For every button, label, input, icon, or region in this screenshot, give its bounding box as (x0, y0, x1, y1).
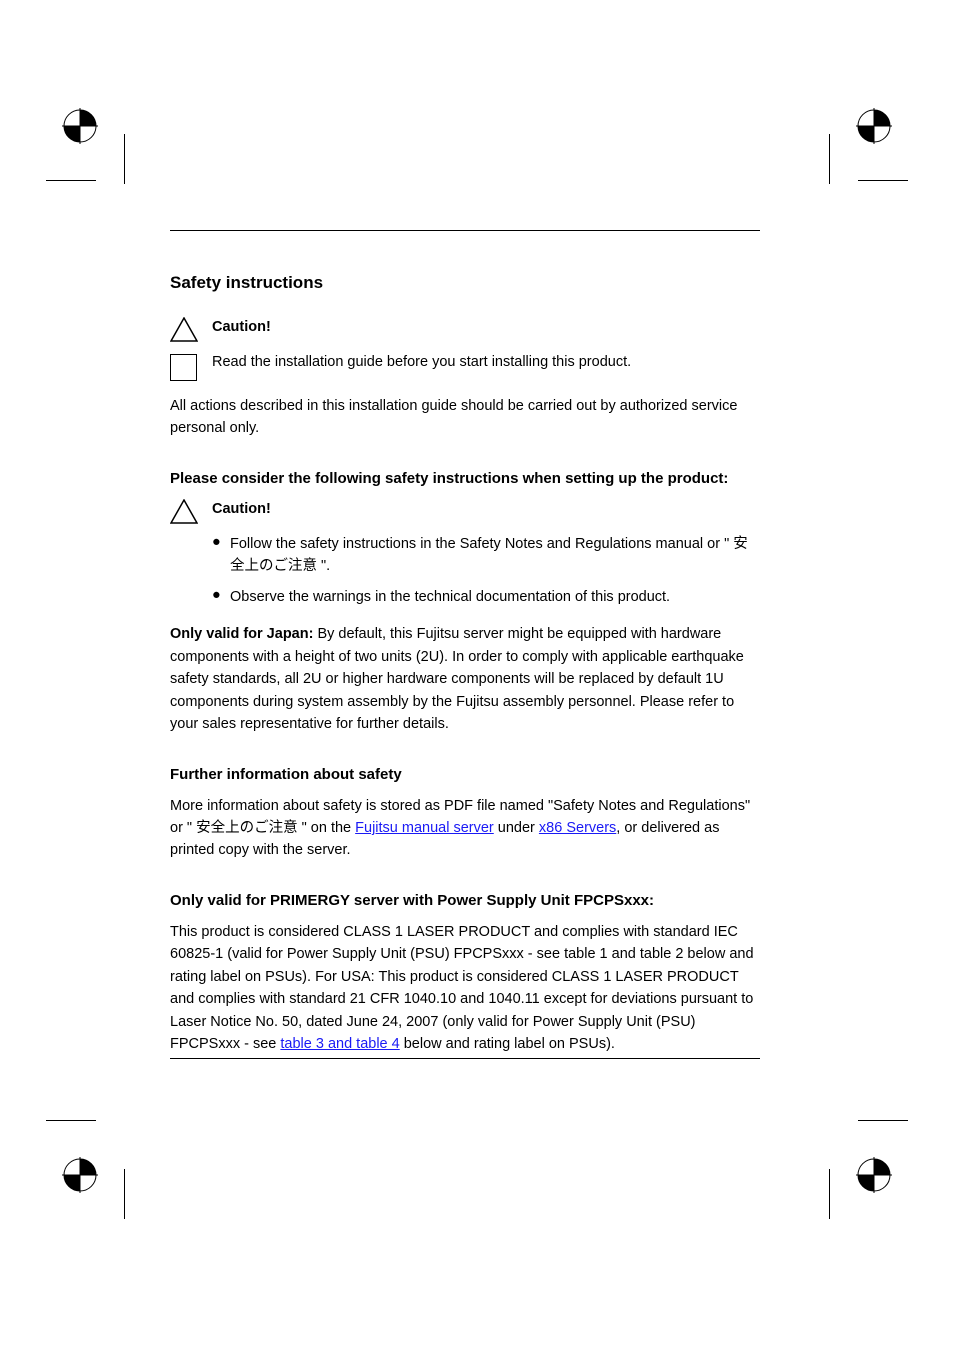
crop-mark (46, 1120, 96, 1121)
bottom-rule (170, 1058, 760, 1059)
paragraph: More information about safety is stored … (170, 795, 760, 862)
caution-row: Caution! (170, 317, 760, 342)
bullet-text: Follow the safety instructions in the Sa… (230, 534, 760, 578)
bullet-row: ● Observe the warnings in the technical … (212, 587, 760, 609)
paragraph-text: below and rating label on PSUs). (400, 1036, 615, 1052)
bullet-text: Observe the warnings in the technical do… (230, 587, 760, 609)
instruction-row: Read the installation guide before you s… (170, 352, 760, 381)
subheading: Please consider the following safety ins… (170, 470, 760, 487)
crop-mark (858, 1120, 908, 1121)
crop-mark (124, 1169, 125, 1219)
caution-label: Caution! (212, 499, 760, 521)
crop-mark (124, 134, 125, 184)
bullet-marker: ● (212, 587, 230, 603)
link-x86-servers[interactable]: x86 Servers (539, 820, 616, 836)
paragraph: All actions described in this installati… (170, 395, 760, 440)
instruction-text: Read the installation guide before you s… (212, 352, 760, 374)
registration-mark-icon (62, 108, 98, 144)
inline-bold: Only valid for Japan: (170, 626, 313, 642)
caution-row: Caution! (170, 499, 760, 524)
step-box-icon (170, 352, 212, 381)
caution-label: Caution! (212, 317, 760, 339)
paragraph-text: This product is considered CLASS 1 LASER… (170, 924, 754, 1052)
paragraph: This product is considered CLASS 1 LASER… (170, 921, 760, 1056)
crop-mark (858, 180, 908, 181)
subheading: Only valid for PRIMERGY server with Powe… (170, 892, 760, 909)
link-fujitsu-manual-server[interactable]: Fujitsu manual server (355, 820, 494, 836)
registration-mark-icon (856, 108, 892, 144)
crop-mark (829, 1169, 830, 1219)
bullet-marker: ● (212, 534, 230, 550)
page-title: Safety instructions (170, 273, 760, 293)
content-area: Safety instructions Caution! Read the in… (170, 230, 760, 1056)
subheading: Further information about safety (170, 766, 760, 783)
registration-mark-icon (62, 1157, 98, 1193)
caution-triangle-icon (170, 499, 212, 524)
crop-mark (46, 180, 96, 181)
bullet-row: ● Follow the safety instructions in the … (212, 534, 760, 578)
link-table-3-4[interactable]: table 3 and table 4 (280, 1036, 399, 1052)
crop-mark (829, 134, 830, 184)
caution-triangle-icon (170, 317, 212, 342)
registration-mark-icon (856, 1157, 892, 1193)
top-rule (170, 230, 760, 231)
page: Safety instructions Caution! Read the in… (0, 0, 954, 1351)
paragraph-text: under (494, 820, 539, 836)
paragraph: Only valid for Japan: By default, this F… (170, 623, 760, 735)
